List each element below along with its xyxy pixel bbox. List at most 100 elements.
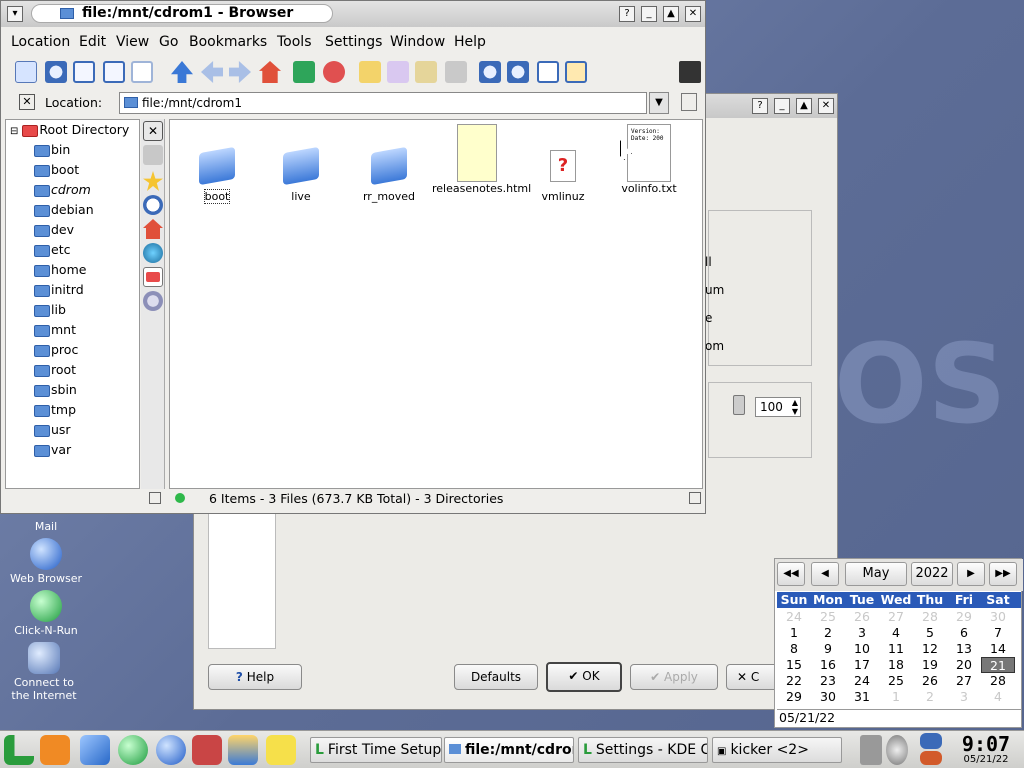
tree-item[interactable]: cdrom (34, 180, 91, 200)
clock[interactable]: 9:07 05/21/22 (954, 734, 1018, 766)
web-browser-icon[interactable] (156, 735, 186, 765)
calendar-day[interactable]: 24 (845, 673, 879, 689)
apply-button[interactable]: ✔ Apply (630, 664, 718, 690)
maximize-icon[interactable]: ▲ (663, 6, 679, 22)
window-menu-icon[interactable]: ▾ (7, 6, 23, 22)
menu-edit[interactable]: Edit (79, 34, 106, 50)
calendar-day[interactable]: 1 (777, 625, 811, 641)
menu-bookmarks[interactable]: Bookmarks (189, 34, 267, 50)
minimize-icon[interactable]: _ (774, 98, 790, 114)
task-kicker[interactable]: ▣ kicker <2> (712, 737, 842, 763)
year-selector[interactable]: 2022 (911, 562, 953, 586)
tree-item[interactable]: etc (34, 240, 70, 260)
task-settings-kde[interactable]: L Settings - KDE C (578, 737, 708, 763)
system-tray-icon[interactable] (886, 735, 908, 765)
calendar-day[interactable]: 29 (947, 609, 981, 625)
calendar-day[interactable]: 16 (811, 657, 845, 673)
tree-item[interactable]: initrd (34, 280, 84, 300)
calendar-day[interactable]: 19 (913, 657, 947, 673)
quick-launch-icon[interactable] (228, 735, 258, 765)
file-item-rr-moved[interactable]: rr_moved (344, 138, 434, 203)
tree-item[interactable]: proc (34, 340, 78, 360)
maximize-icon[interactable]: ▲ (796, 98, 812, 114)
bookmarks-star-icon[interactable] (143, 171, 163, 191)
calendar-day[interactable]: 17 (845, 657, 879, 673)
desktop-icon-click-n-run[interactable]: Click-N-Run (6, 590, 86, 637)
tree-view-icon[interactable] (565, 61, 587, 83)
print-icon[interactable] (445, 61, 467, 83)
next-month-button[interactable]: ▶ (957, 562, 985, 586)
calendar-day[interactable]: 13 (947, 641, 981, 657)
desktop-icon-web-browser[interactable]: Web Browser (6, 538, 86, 585)
ok-button[interactable]: ✔ OK (546, 662, 622, 692)
desktop-icon-mail[interactable]: Mail (6, 520, 86, 533)
menu-view[interactable]: View (116, 34, 149, 50)
start-menu-icon[interactable] (4, 735, 34, 765)
paste-icon[interactable] (415, 61, 437, 83)
menu-go[interactable]: Go (159, 34, 178, 50)
next-year-button[interactable]: ▶▶ (989, 562, 1017, 586)
calendar-day[interactable]: 11 (879, 641, 913, 657)
menu-location[interactable]: Location (11, 34, 70, 50)
calendar-day[interactable]: 4 (981, 689, 1015, 705)
calendar-day[interactable]: 21 (981, 657, 1015, 673)
calendar-day[interactable]: 28 (913, 609, 947, 625)
location-dropdown-button[interactable]: ▼ (649, 92, 669, 114)
tree-item[interactable]: sbin (34, 380, 77, 400)
network-globe-icon[interactable] (143, 243, 163, 263)
calendar-day[interactable]: 30 (981, 609, 1015, 625)
close-icon[interactable]: ✕ (685, 6, 701, 22)
lifebuoy-icon[interactable] (40, 735, 70, 765)
desktop-cube-icon[interactable] (80, 735, 110, 765)
file-item-live[interactable]: live (256, 138, 346, 203)
stop-icon[interactable] (323, 61, 345, 83)
task-first-time-setup[interactable]: L First Time Setup (310, 737, 442, 763)
calendar-day[interactable]: 9 (811, 641, 845, 657)
history-clock-icon[interactable] (143, 195, 163, 215)
forward-icon[interactable] (229, 61, 251, 83)
slider-handle[interactable] (733, 395, 745, 415)
date-field[interactable]: 05/21/22 (777, 709, 1021, 727)
tree-item[interactable]: debian (34, 200, 94, 220)
calendar-day[interactable]: 29 (777, 689, 811, 705)
month-selector[interactable]: May (845, 562, 907, 586)
calendar-day[interactable]: 2 (913, 689, 947, 705)
calendar-day[interactable]: 26 (845, 609, 879, 625)
menu-window[interactable]: Window (390, 34, 445, 50)
tree-item[interactable]: usr (34, 420, 71, 440)
file-item-boot[interactable]: boot (172, 138, 262, 204)
up-icon[interactable] (171, 61, 193, 83)
calendar-day[interactable]: 31 (845, 689, 879, 705)
browser-titlebar[interactable]: ▾ file:/mnt/cdrom1 - Browser ? _ ▲ ✕ (1, 1, 705, 27)
calendar-day[interactable]: 18 (879, 657, 913, 673)
cut-icon[interactable] (359, 61, 381, 83)
minimize-icon[interactable]: _ (641, 6, 657, 22)
help-button[interactable]: ? Help (208, 664, 302, 690)
click-n-run-icon[interactable] (118, 735, 148, 765)
calendar-day[interactable]: 25 (879, 673, 913, 689)
icon-view-icon[interactable] (537, 61, 559, 83)
defaults-button[interactable]: Defaults (454, 664, 538, 690)
menu-settings[interactable]: Settings (325, 34, 382, 50)
calendar-day[interactable]: 23 (811, 673, 845, 689)
calendar-day[interactable]: 28 (981, 673, 1015, 689)
reload-icon[interactable] (293, 61, 315, 83)
tree-item[interactable]: home (34, 260, 86, 280)
new-window-icon[interactable] (15, 61, 37, 83)
calendar-day[interactable]: 22 (777, 673, 811, 689)
tree-root[interactable]: ⊟ Root Directory (10, 120, 129, 140)
tree-item[interactable]: var (34, 440, 71, 460)
zoom-in-icon[interactable] (479, 61, 501, 83)
remove-view-icon[interactable] (131, 61, 153, 83)
menu-help[interactable]: Help (454, 34, 486, 50)
services-icon[interactable] (143, 291, 163, 311)
tree-item[interactable]: lib (34, 300, 66, 320)
split-horizontal-icon[interactable] (73, 61, 95, 83)
calendar-day[interactable]: 15 (777, 657, 811, 673)
calendar-day[interactable]: 6 (947, 625, 981, 641)
go-icon[interactable] (681, 93, 697, 111)
calendar-day[interactable]: 5 (913, 625, 947, 641)
calendar-day[interactable]: 24 (777, 609, 811, 625)
calendar-day[interactable]: 27 (947, 673, 981, 689)
toolbox-icon[interactable] (192, 735, 222, 765)
